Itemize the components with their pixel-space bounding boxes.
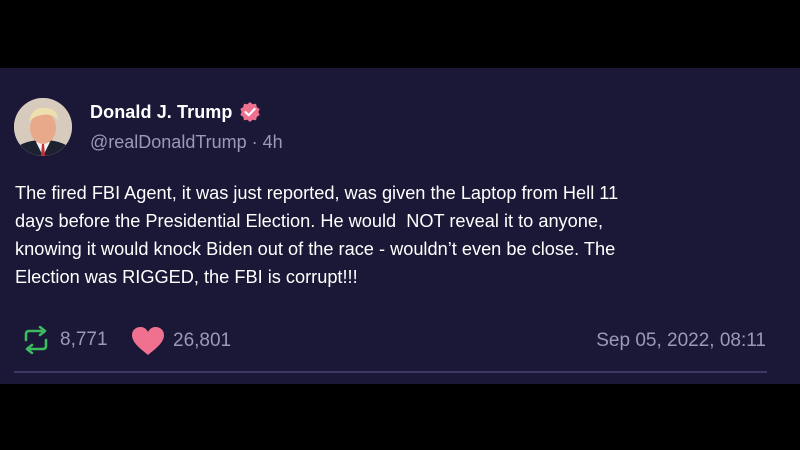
handle[interactable]: @realDonaldTrump: [90, 132, 247, 152]
like-button[interactable]: 26,801: [131, 326, 231, 356]
tweet-text: The fired FBI Agent, it was just reporte…: [15, 183, 619, 287]
retweet-count: 8,771: [60, 329, 108, 350]
author-row: Donald J. Trump: [90, 100, 261, 124]
heart-icon: [132, 327, 164, 355]
retweet-button[interactable]: 8,771: [20, 326, 108, 354]
tweet-age: 4h: [262, 132, 283, 152]
timestamp[interactable]: Sep 05, 2022, 08:11: [596, 330, 766, 352]
tweet-stats: 8,771 26,801 Sep 05, 2022, 08:11: [0, 324, 800, 356]
verified-badge-icon: [239, 101, 261, 123]
retweet-icon: [24, 326, 48, 354]
avatar[interactable]: [14, 98, 72, 156]
separator: ·: [246, 132, 263, 152]
like-count: 26,801: [173, 330, 232, 351]
handle-row: @realDonaldTrump · 4h: [90, 132, 283, 153]
display-name[interactable]: Donald J. Trump: [90, 102, 233, 123]
tweet-card: Donald J. Trump @realDonaldTrump · 4h Th…: [0, 68, 800, 384]
divider: [14, 371, 767, 373]
